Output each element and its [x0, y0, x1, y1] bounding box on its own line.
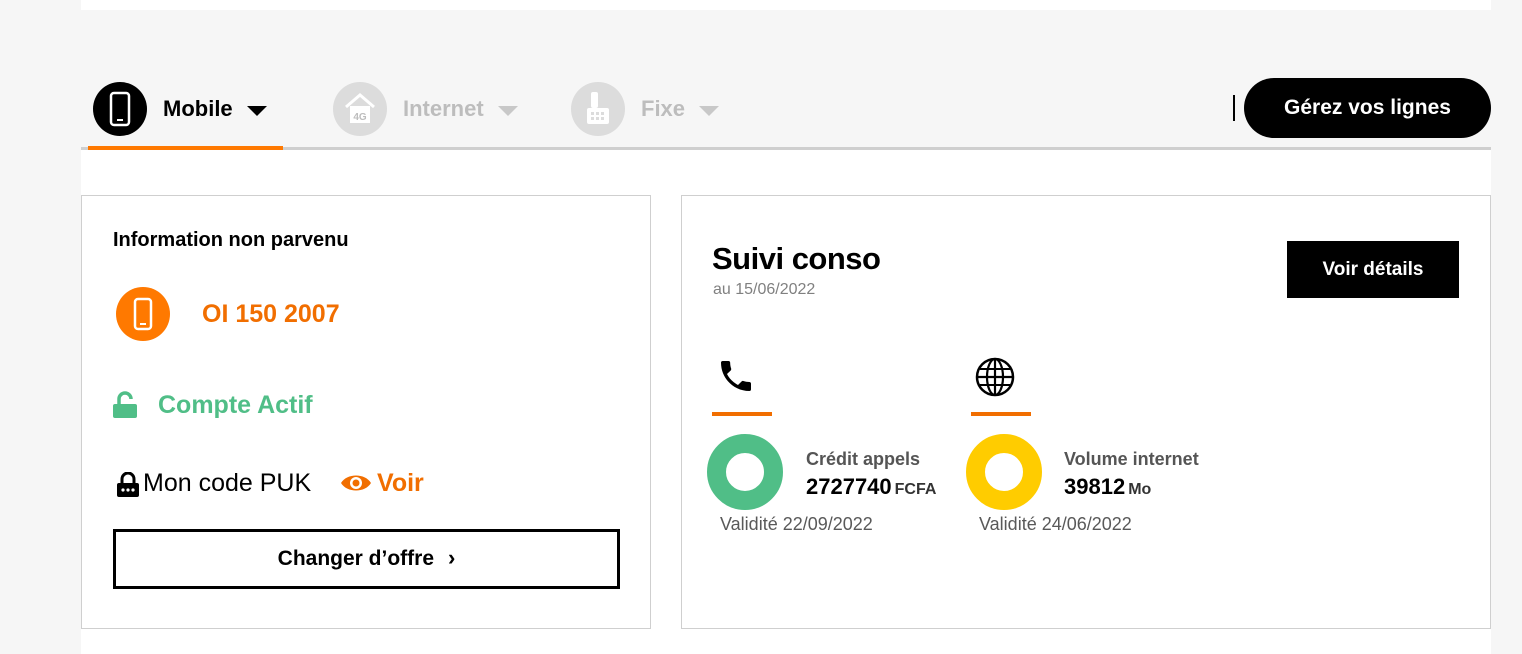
globe-icon: [974, 356, 1016, 403]
top-strip: [81, 0, 1491, 10]
internet-volume-unit: Mo: [1128, 481, 1152, 498]
line-number: OI 150 2007: [202, 300, 340, 328]
call-credit-amount: 2727740: [806, 474, 892, 499]
header-separator: [1233, 95, 1235, 121]
tab-fixe-label: Fixe: [641, 95, 686, 121]
eye-icon[interactable]: [340, 472, 372, 499]
metric-underline: [971, 412, 1031, 416]
unlock-icon: [113, 391, 139, 424]
home-4g-router-icon: 4G: [333, 81, 387, 136]
show-puk-link[interactable]: Voir: [377, 469, 424, 498]
consumption-title: Suivi conso: [712, 241, 881, 276]
phone-icon: [715, 356, 757, 401]
consumption-date: au 15/06/2022: [713, 281, 816, 298]
chevron-down-icon: [699, 105, 720, 116]
tab-internet-label: Internet: [403, 95, 484, 121]
active-tab-indicator: [88, 146, 283, 150]
call-credit-validity: Validité 22/09/2022: [720, 514, 873, 534]
tabs-divider: [81, 147, 1491, 150]
line-info-title: Information non parvenu: [113, 229, 349, 251]
line-info-card: Information non parvenu OI 150 2007 Comp…: [81, 195, 651, 629]
tab-internet[interactable]: 4G Internet: [333, 70, 518, 147]
view-details-button[interactable]: Voir détails: [1287, 241, 1459, 298]
consumption-card: Suivi conso au 15/06/2022 Voir détails C…: [681, 195, 1491, 629]
tab-mobile-label: Mobile: [163, 95, 233, 121]
smartphone-icon: [93, 81, 147, 136]
change-offer-label: Changer d’offre: [277, 547, 434, 570]
lock-icon: [116, 471, 140, 503]
call-credit-gauge: [707, 434, 783, 510]
chevron-down-icon: [246, 105, 267, 116]
line-type-tabs: Mobile 4G Internet Fixe Gérez vos lignes: [81, 70, 1491, 150]
internet-volume-validity: Validité 24/06/2022: [979, 514, 1132, 534]
internet-volume-gauge: [966, 434, 1042, 510]
tab-internet-badge: 4G: [353, 112, 367, 123]
internet-volume-label: Volume internet: [1064, 449, 1199, 469]
call-credit-label: Crédit appels: [806, 449, 921, 469]
metric-underline: [712, 412, 772, 416]
call-credit-unit: FCFA: [894, 481, 937, 498]
change-offer-button[interactable]: Changer d’offre ›: [113, 529, 620, 589]
chevron-right-icon: ›: [448, 545, 456, 570]
tab-mobile[interactable]: Mobile: [93, 70, 267, 147]
manage-lines-button[interactable]: Gérez vos lignes: [1244, 78, 1491, 138]
internet-volume-value: 39812 Mo: [1064, 474, 1151, 500]
landline-phone-icon: [571, 81, 625, 136]
chevron-down-icon: [497, 105, 518, 116]
call-credit-value: 2727740 FCFA: [806, 474, 936, 500]
tab-fixe[interactable]: Fixe: [571, 70, 720, 147]
internet-volume-amount: 39812: [1064, 474, 1126, 499]
smartphone-icon: [116, 287, 170, 341]
puk-label: Mon code PUK: [143, 469, 312, 497]
account-status: Compte Actif: [158, 391, 313, 419]
